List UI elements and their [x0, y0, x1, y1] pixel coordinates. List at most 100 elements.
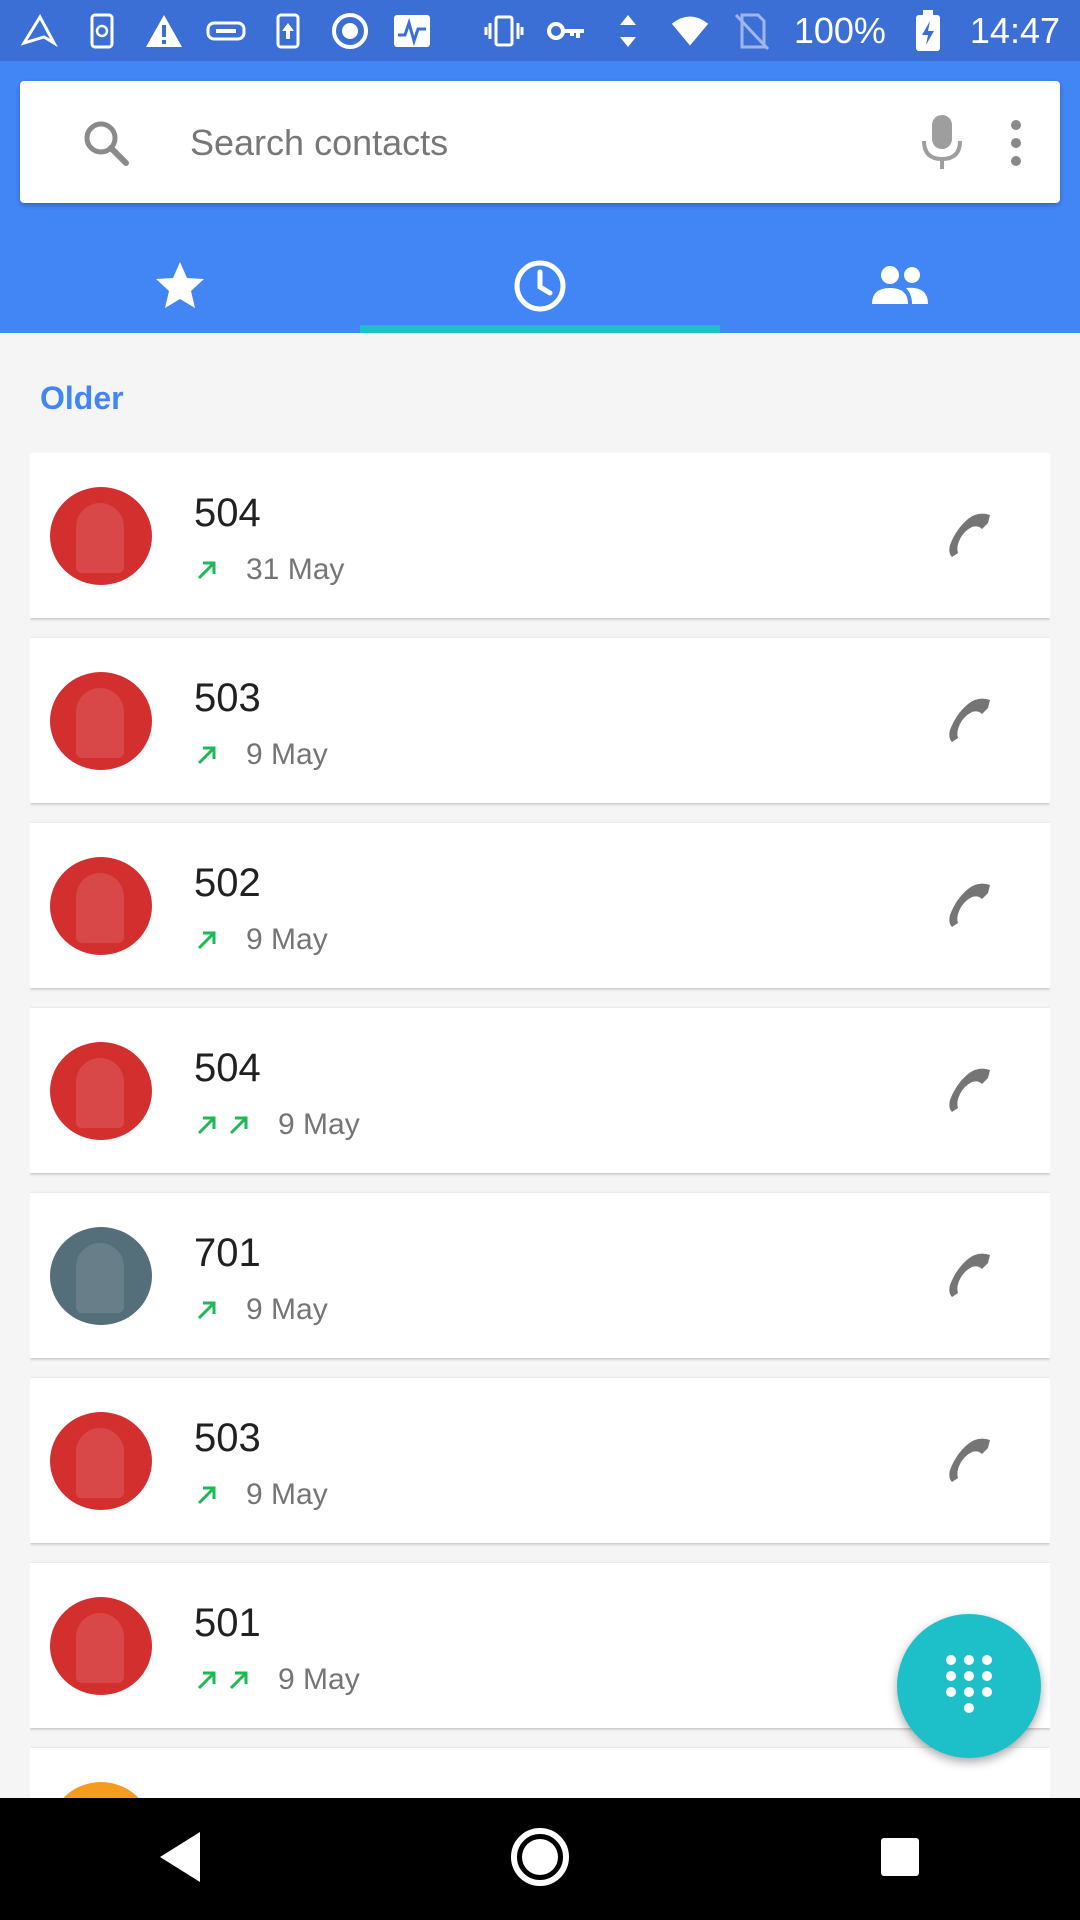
call-details: 9 May	[194, 923, 328, 957]
outgoing-call-icon	[197, 1671, 216, 1690]
more-options-icon[interactable]	[1004, 113, 1028, 173]
star-icon	[153, 259, 207, 318]
activity-icon	[392, 11, 432, 51]
caller-number: 504	[194, 491, 261, 535]
avatar[interactable]	[50, 1782, 152, 1798]
avatar[interactable]	[50, 1227, 152, 1325]
status-right-icons: 100% 14:47	[484, 9, 1060, 52]
call-type-indicators	[194, 927, 220, 953]
microphone-icon[interactable]	[918, 113, 966, 173]
phone-icon[interactable]	[942, 1247, 998, 1303]
search-input[interactable]	[188, 111, 892, 175]
caller-number: 503	[194, 676, 261, 720]
outgoing-call-icon	[229, 1671, 248, 1690]
call-log-row[interactable]: 504 9 May	[30, 1008, 1050, 1173]
caller-number: 501	[194, 1601, 261, 1645]
battery-percent: 100%	[793, 9, 886, 51]
phone-icon[interactable]	[942, 507, 998, 563]
call-details: 9 May	[194, 738, 328, 772]
avatar-placeholder-shape	[76, 503, 124, 573]
phone-icon[interactable]	[942, 1432, 998, 1488]
usb-icon	[206, 11, 246, 51]
call-date: 31 May	[246, 553, 345, 586]
outgoing-call-icon	[197, 1116, 216, 1135]
data-arrows-icon	[608, 11, 648, 51]
people-icon	[870, 264, 930, 313]
avatar[interactable]	[50, 487, 152, 585]
battery-charging-icon	[908, 9, 948, 51]
upload-icon	[268, 11, 308, 51]
call-type-indicators	[194, 1297, 220, 1323]
vpn-key-icon	[546, 11, 586, 51]
outgoing-call-icon	[229, 1116, 248, 1135]
call-details: 9 May	[194, 1663, 360, 1697]
call-details: 9 May	[194, 1293, 328, 1327]
avatar-placeholder-shape	[76, 1613, 124, 1683]
tab-bar	[0, 243, 1080, 333]
status-bar: 100% 14:47	[0, 0, 1080, 61]
phone-icon[interactable]	[942, 692, 998, 748]
tab-contacts[interactable]	[720, 243, 1080, 333]
dialpad-button[interactable]	[897, 1614, 1041, 1758]
call-log-list[interactable]: 504 31 May 503 9 May 502 9 May 504 9 May 701 9 Ma…	[30, 453, 1050, 1798]
clock-time: 14:47	[969, 9, 1060, 51]
circle-app-icon	[330, 11, 370, 51]
call-date: 9 May	[246, 738, 328, 771]
caller-number: 504	[194, 1046, 261, 1090]
search-icon[interactable]	[80, 117, 132, 169]
call-date: 9 May	[246, 1478, 328, 1511]
avatar-placeholder-shape	[76, 1243, 124, 1313]
avatar[interactable]	[50, 857, 152, 955]
back-icon	[156, 1830, 204, 1889]
warning-icon	[144, 11, 184, 51]
call-type-indicators	[194, 1667, 252, 1693]
search-bar[interactable]	[20, 81, 1060, 203]
call-log-row[interactable]: 502 9 May	[30, 823, 1050, 988]
avatar[interactable]	[50, 1412, 152, 1510]
call-type-indicators	[194, 1482, 220, 1508]
phone-icon[interactable]	[942, 1062, 998, 1118]
call-details: 9 May	[194, 1108, 360, 1142]
call-log-row[interactable]: 501 9 May	[30, 1563, 1050, 1728]
call-log-row[interactable]: 503 9 May	[30, 638, 1050, 803]
tab-favorites[interactable]	[0, 243, 360, 333]
recents-icon	[879, 1836, 921, 1883]
status-left-icons	[20, 11, 432, 51]
caller-number: 503	[194, 1416, 261, 1460]
avatar-placeholder-shape	[76, 873, 124, 943]
outgoing-call-icon	[197, 561, 216, 580]
home-icon	[510, 1827, 570, 1892]
no-sim-icon	[732, 11, 772, 51]
call-date: 9 May	[278, 1663, 360, 1696]
avatar[interactable]	[50, 1597, 152, 1695]
clock-icon	[512, 258, 568, 319]
call-type-indicators	[194, 557, 220, 583]
section-header-older: Older	[40, 380, 124, 416]
avatar[interactable]	[50, 672, 152, 770]
avatar-placeholder-shape	[76, 1428, 124, 1498]
tab-recents[interactable]	[360, 243, 720, 333]
outgoing-call-icon	[197, 1486, 216, 1505]
call-type-indicators	[194, 1112, 252, 1138]
avatar-placeholder-shape	[76, 688, 124, 758]
phone-icon[interactable]	[942, 877, 998, 933]
back-button[interactable]	[140, 1819, 220, 1899]
app-icon	[20, 11, 60, 51]
call-log-row[interactable]: 503 9 May	[30, 1378, 1050, 1543]
call-details: 31 May	[194, 553, 344, 587]
caller-number: 502	[194, 861, 261, 905]
call-log-row[interactable]: 701 9 May	[30, 1193, 1050, 1358]
caller-number: 701	[194, 1231, 261, 1275]
recents-button[interactable]	[860, 1819, 940, 1899]
call-log-row[interactable]	[30, 1748, 1050, 1798]
system-nav-bar	[0, 1798, 1080, 1920]
call-date: 9 May	[246, 923, 328, 956]
outgoing-call-icon	[197, 931, 216, 950]
app-header	[0, 61, 1080, 333]
vibrate-icon	[484, 11, 524, 51]
avatar-placeholder-shape	[76, 1058, 124, 1128]
call-date: 9 May	[278, 1108, 360, 1141]
avatar[interactable]	[50, 1042, 152, 1140]
call-log-row[interactable]: 504 31 May	[30, 453, 1050, 618]
home-button[interactable]	[500, 1819, 580, 1899]
